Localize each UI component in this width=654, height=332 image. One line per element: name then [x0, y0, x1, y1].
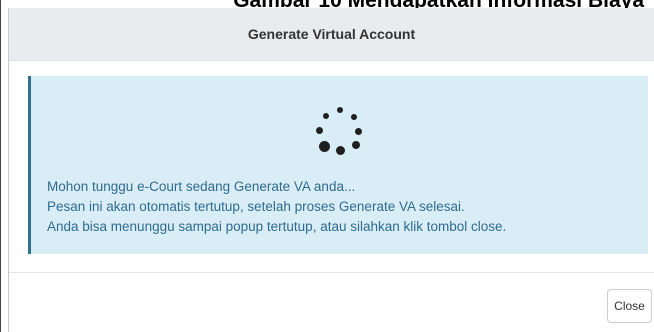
modal-footer: Close	[9, 272, 654, 332]
spinner-dot	[355, 128, 362, 135]
spinner-dot	[337, 107, 343, 113]
info-alert: Mohon tunggu e-Court sedang Generate VA …	[28, 76, 648, 254]
close-button[interactable]: Close	[607, 289, 652, 323]
loading-spinner-icon	[311, 104, 371, 164]
spinner-dot	[316, 127, 323, 134]
spinner-dot	[319, 141, 330, 152]
generate-va-modal: Generate Virtual Account Mohon tunggu e-…	[8, 8, 654, 332]
alert-line: Pesan ini akan otomatis tertutup, setela…	[47, 199, 465, 214]
page-left-rule	[0, 0, 1, 332]
spinner-dot	[323, 113, 329, 119]
alert-message: Mohon tunggu e-Court sedang Generate VA …	[47, 177, 506, 237]
modal-title: Generate Virtual Account	[247, 26, 416, 42]
modal-header: Generate Virtual Account	[9, 8, 654, 61]
modal-body: Mohon tunggu e-Court sedang Generate VA …	[9, 61, 654, 272]
alert-line: Anda bisa menunggu sampai popup tertutup…	[47, 219, 507, 234]
alert-line: Mohon tunggu e-Court sedang Generate VA …	[47, 179, 356, 194]
spinner-dot	[351, 114, 357, 120]
spinner-dot	[352, 141, 360, 149]
spinner-dot	[336, 146, 345, 155]
